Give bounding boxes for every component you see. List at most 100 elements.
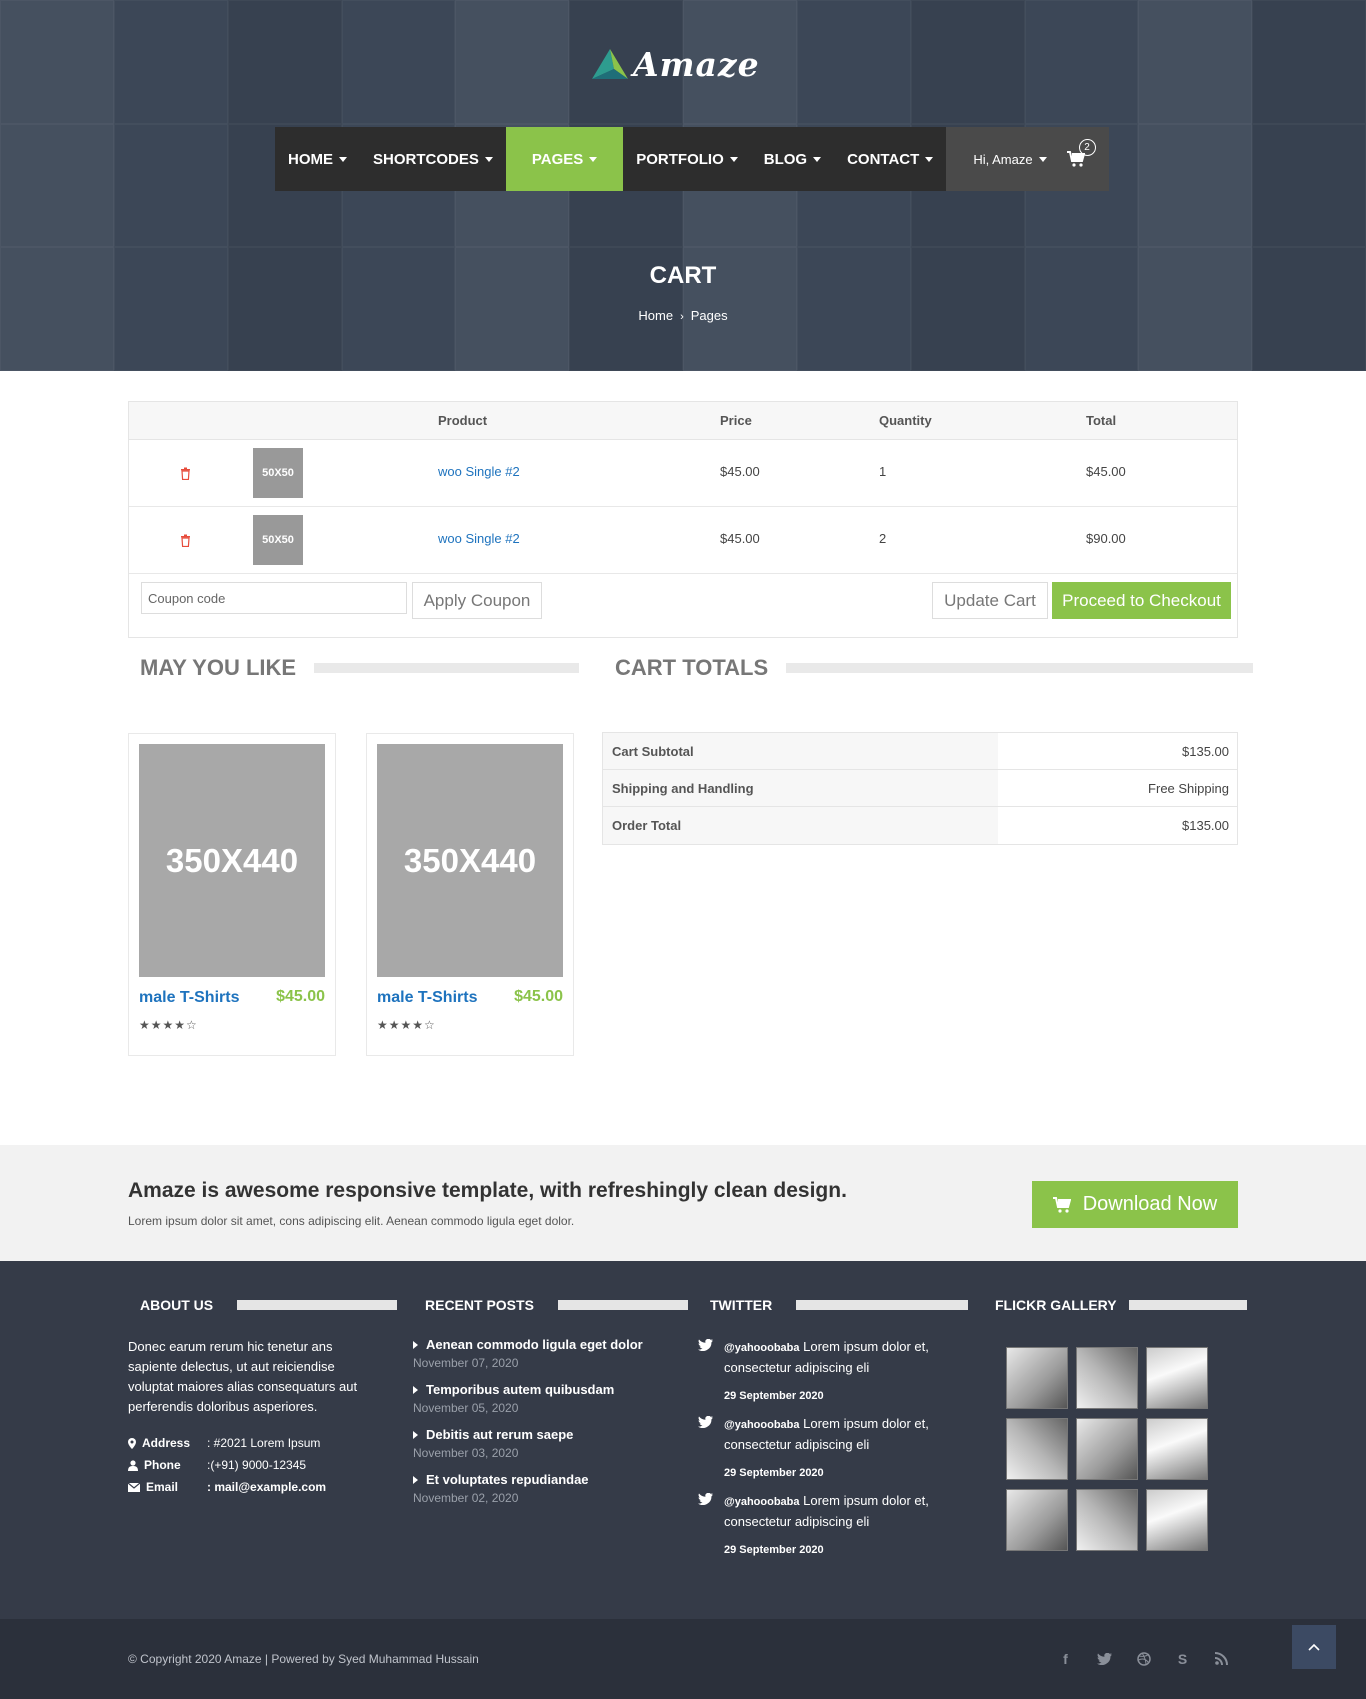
footer-title: FLICKR GALLERY <box>995 1297 1117 1313</box>
flickr-photo[interactable] <box>1006 1418 1068 1480</box>
title-divider <box>1128 1300 1247 1310</box>
cart-table-header: Product Price Quantity Total <box>129 402 1237 440</box>
recent-post: Et voluptates repudiandae November 02, 20… <box>413 1472 653 1505</box>
update-cart-button[interactable]: Update Cart <box>932 582 1048 619</box>
twitter-icon <box>698 1339 713 1351</box>
scroll-to-top-button[interactable] <box>1292 1625 1336 1669</box>
apply-coupon-button[interactable]: Apply Coupon <box>412 582 542 619</box>
recent-post-link[interactable]: Debitis aut rerum saepe <box>413 1427 653 1442</box>
download-now-label: Download Now <box>1082 1193 1218 1215</box>
contact-email-link[interactable]: : mail@example.com <box>207 1480 326 1494</box>
proceed-to-checkout-button[interactable]: Proceed to Checkout <box>1052 582 1231 619</box>
product-card[interactable]: 350X440 male T-Shirts $45.00 ★★★★☆ <box>128 733 336 1056</box>
cart-totals-heading: CART TOTALS <box>615 655 1254 681</box>
flickr-photo[interactable] <box>1146 1347 1208 1409</box>
item-quantity[interactable]: 2 <box>879 531 886 546</box>
caret-down-icon <box>729 156 738 162</box>
footer-recent-posts-title: RECENT POSTS <box>425 1297 688 1313</box>
twitter-icon[interactable] <box>1095 1649 1114 1668</box>
title-divider <box>786 663 1254 673</box>
footer-title: ABOUT US <box>140 1297 214 1313</box>
product-thumbnail[interactable]: 50X50 <box>253 448 303 498</box>
logo-text: Amaze <box>633 44 760 84</box>
column-header-total: Total <box>1086 413 1117 428</box>
download-now-button[interactable]: Download Now <box>1032 1181 1238 1228</box>
flickr-photo[interactable] <box>1006 1489 1068 1551</box>
tweet-handle[interactable]: @yahooobaba <box>724 1496 800 1508</box>
breadcrumb-home[interactable]: Home <box>638 308 673 323</box>
flickr-photo[interactable] <box>1076 1418 1138 1480</box>
caret-right-icon <box>413 1475 418 1484</box>
product-name[interactable]: male T-Shirts <box>139 989 239 1007</box>
dribbble-icon[interactable] <box>1134 1649 1153 1668</box>
coupon-code-input[interactable] <box>141 582 407 614</box>
nav-item-contact[interactable]: CONTACT <box>834 127 946 191</box>
totals-value: $135.00 <box>1182 743 1229 759</box>
nav-item-blog[interactable]: BLOG <box>751 127 834 191</box>
tweet-handle[interactable]: @yahooobaba <box>724 1419 800 1431</box>
chevron-up-icon <box>1308 1643 1320 1651</box>
cart-icon <box>1052 1196 1071 1213</box>
nav-item-label: BLOG <box>763 150 808 168</box>
tweet-date: 29 September 2020 <box>724 1390 824 1402</box>
footer-about-title: ABOUT US <box>140 1297 398 1313</box>
product-name[interactable]: male T-Shirts <box>377 989 477 1007</box>
flickr-photo[interactable] <box>1076 1347 1138 1409</box>
footer-bottom-bar: © Copyright 2020 Amaze | Powered by Syed… <box>0 1619 1366 1699</box>
tweet-date: 29 September 2020 <box>724 1544 824 1556</box>
product-card[interactable]: 350X440 male T-Shirts $45.00 ★★★★☆ <box>366 733 574 1056</box>
totals-label: Cart Subtotal <box>603 733 998 769</box>
nav-item-portfolio[interactable]: PORTFOLIO <box>623 127 751 191</box>
tweet: @yahooobaba Lorem ipsum dolor et, consec… <box>698 1414 958 1479</box>
recent-post-link[interactable]: Temporibus autem quibusdam <box>413 1382 653 1397</box>
flickr-photo[interactable] <box>1006 1347 1068 1409</box>
totals-row: Shipping and Handling Free Shipping <box>603 770 1237 807</box>
flickr-photo[interactable] <box>1076 1489 1138 1551</box>
recent-post-link[interactable]: Et voluptates repudiandae <box>413 1472 653 1487</box>
contact-row-address: Address: #2021 Lorem Ipsum <box>128 1432 326 1454</box>
star-rating-icon: ★★★★☆ <box>377 1018 436 1032</box>
contact-row-email: Email: mail@example.com <box>128 1476 326 1498</box>
caret-right-icon <box>413 1385 418 1394</box>
footer-flickr-title: FLICKR GALLERY <box>995 1297 1247 1313</box>
nav-item-label: CONTACT <box>847 150 920 168</box>
section-title: MAY YOU LIKE <box>140 655 297 680</box>
item-total: $45.00 <box>1086 464 1126 479</box>
chevron-right-icon: › <box>680 311 684 323</box>
recent-post-date: November 07, 2020 <box>413 1356 519 1370</box>
nav-item-label: SHORTCODES <box>373 150 479 168</box>
contact-row-phone: Phone:(+91) 9000-12345 <box>128 1454 326 1476</box>
product-link[interactable]: woo Single #2 <box>438 464 520 479</box>
flickr-photo[interactable] <box>1146 1489 1208 1551</box>
nav-item-shortcodes[interactable]: SHORTCODES <box>360 127 506 191</box>
footer-title: RECENT POSTS <box>425 1297 534 1313</box>
item-price: $45.00 <box>720 531 760 546</box>
user-menu[interactable]: Hi, Amaze <box>973 152 1047 167</box>
skype-icon[interactable]: S <box>1173 1649 1192 1668</box>
totals-label: Order Total <box>603 807 998 844</box>
nav-item-pages[interactable]: PAGES <box>505 127 624 191</box>
product-price: $45.00 <box>276 988 325 1005</box>
remove-item-button[interactable] <box>180 534 191 548</box>
rss-icon[interactable] <box>1212 1649 1231 1668</box>
facebook-icon[interactable]: f <box>1056 1649 1075 1668</box>
product-image[interactable]: 350X440 <box>377 744 563 977</box>
item-total: $90.00 <box>1086 531 1126 546</box>
trash-icon <box>181 534 190 548</box>
recent-post-title: Debitis aut rerum saepe <box>426 1427 574 1442</box>
copyright-text: © Copyright 2020 Amaze | Powered by Syed… <box>128 1652 479 1666</box>
cart-button[interactable]: 2 <box>1066 139 1096 167</box>
recent-post-link[interactable]: Aenean commodo ligula eget dolor <box>413 1337 653 1352</box>
footer-twitter-title: TWITTER <box>710 1297 969 1313</box>
nav-item-home[interactable]: HOME <box>275 127 360 191</box>
flickr-photo[interactable] <box>1146 1418 1208 1480</box>
section-title: CART TOTALS <box>615 655 769 680</box>
product-link[interactable]: woo Single #2 <box>438 531 520 546</box>
product-thumbnail[interactable]: 50X50 <box>253 515 303 565</box>
remove-item-button[interactable] <box>180 467 191 481</box>
title-divider <box>314 663 580 673</box>
tweet-handle[interactable]: @yahooobaba <box>724 1342 800 1354</box>
product-image[interactable]: 350X440 <box>139 744 325 977</box>
item-quantity[interactable]: 1 <box>879 464 886 479</box>
site-logo[interactable]: Amaze <box>588 44 760 84</box>
